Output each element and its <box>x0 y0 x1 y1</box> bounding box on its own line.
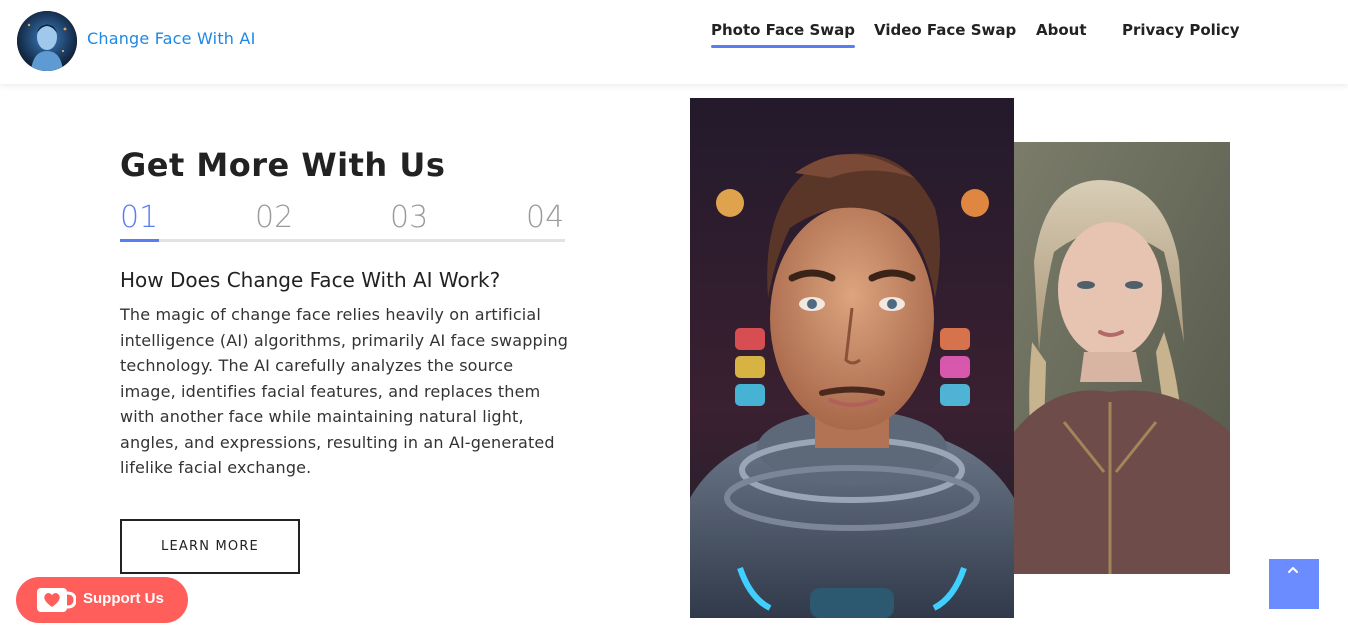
site-header: Change Face With AI Photo Face Swap Vide… <box>0 0 1348 84</box>
nav-about[interactable]: About <box>1036 21 1087 39</box>
woman-face-image <box>1014 142 1230 574</box>
step-subheading: How Does Change Face With AI Work? <box>120 268 501 292</box>
nav-photo-face-swap[interactable]: Photo Face Swap <box>711 21 855 48</box>
coffee-cup-heart-icon <box>37 588 76 612</box>
learn-more-button[interactable]: LEARN MORE <box>120 519 300 574</box>
step-tab-04[interactable]: 04 <box>526 200 564 235</box>
step-tab-02[interactable]: 02 <box>255 200 293 235</box>
section-heading: Get More With Us <box>120 146 446 184</box>
nav-privacy-policy[interactable]: Privacy Policy <box>1122 21 1240 39</box>
chevron-up-icon <box>1288 567 1298 573</box>
support-us-button[interactable]: Support Us <box>16 577 188 623</box>
scroll-to-top-button[interactable] <box>1269 559 1319 609</box>
nav-video-face-swap[interactable]: Video Face Swap <box>874 21 1016 39</box>
logo-avatar[interactable] <box>17 11 77 71</box>
step-description: The magic of change face relies heavily … <box>120 305 569 477</box>
step-tab-01[interactable]: 01 <box>120 200 158 235</box>
step-track <box>120 239 565 242</box>
man-face-image <box>690 98 1014 618</box>
step-tabs: 01 02 03 04 <box>120 200 565 242</box>
brand-link[interactable]: Change Face With AI <box>87 29 256 48</box>
step-active-indicator <box>120 239 159 242</box>
step-tab-03[interactable]: 03 <box>390 200 428 235</box>
support-us-label: Support Us <box>83 590 164 607</box>
